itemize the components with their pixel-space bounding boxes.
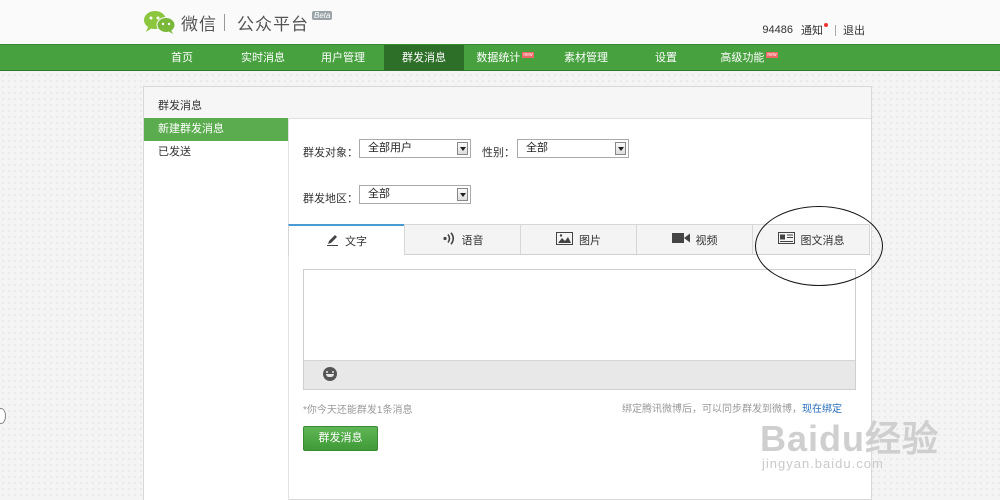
emoji-icon[interactable] — [323, 367, 337, 381]
nav-label: 高级功能 — [720, 52, 765, 64]
message-editor[interactable] — [303, 269, 856, 390]
notify-dot-icon — [824, 23, 828, 27]
editor-toolbar — [304, 360, 855, 389]
nav-item-assets[interactable]: 素材管理 — [553, 45, 619, 71]
wechat-logo-icon — [142, 9, 176, 35]
top-bar: 微信 公众平台 Beta 94486 通知 退出 — [0, 0, 1000, 44]
image-icon — [556, 231, 573, 248]
user-menu-divider — [835, 24, 836, 36]
gender-select[interactable]: 全部 — [517, 139, 629, 158]
tab-video[interactable]: 视频 — [636, 224, 753, 254]
new-badge: new — [766, 52, 778, 58]
logout-link[interactable]: 退出 — [843, 22, 865, 38]
quota-hint: *你今天还能群发1条消息 — [303, 405, 413, 416]
nav-item-realtime[interactable]: 实时消息 — [229, 45, 297, 71]
notify-link[interactable]: 通知 — [801, 22, 823, 38]
nav-label: 数据统计 — [476, 52, 521, 64]
nav-item-advanced[interactable]: 高级功能 new — [709, 45, 789, 71]
annotation-circle — [755, 206, 883, 286]
nav-label: 实时消息 — [241, 52, 285, 64]
watermark-logo: Baidu经验 — [760, 418, 940, 459]
nav-item-settings[interactable]: 设置 — [641, 45, 691, 71]
dropdown-arrow-icon — [457, 142, 468, 155]
video-icon — [671, 232, 690, 247]
send-broadcast-button[interactable]: 群发消息 — [303, 426, 378, 451]
brand-name: 微信 — [181, 14, 217, 34]
target-select[interactable]: 全部用户 — [359, 139, 471, 158]
tab-label: 文字 — [345, 235, 367, 248]
nav-item-users[interactable]: 用户管理 — [310, 45, 376, 71]
baidu-watermark: Baidu经验 jingyan.baidu.com — [760, 410, 940, 471]
panel-title: 群发消息 — [158, 100, 202, 112]
brand-subtitle: 公众平台 — [237, 14, 309, 34]
target-label: 群发对象： — [303, 147, 358, 159]
tab-label: 语音 — [461, 234, 484, 247]
sidebar-item-new-broadcast[interactable]: 新建群发消息 — [144, 118, 288, 141]
sidebar: 新建群发消息 已发送 — [144, 118, 289, 500]
gender-label: 性别： — [482, 147, 515, 159]
panel-header: 群发消息 — [144, 87, 871, 119]
tab-image[interactable]: 图片 — [520, 224, 637, 254]
sidebar-item-sent[interactable]: 已发送 — [144, 141, 288, 164]
tab-label: 视频 — [695, 234, 718, 247]
sound-icon — [442, 231, 456, 248]
watermark-url: jingyan.baidu.com — [762, 456, 884, 471]
region-value: 全部 — [368, 188, 390, 200]
nav-item-broadcast[interactable]: 群发消息 — [384, 45, 464, 71]
nav-label: 首页 — [171, 52, 193, 64]
nav-item-home[interactable]: 首页 — [157, 45, 207, 71]
brand-divider — [224, 13, 225, 31]
user-id[interactable]: 94486 — [762, 24, 793, 36]
main-nav: 首页 实时消息 用户管理 群发消息 数据统计 new 素材管理 设置 高级功能 ne… — [0, 44, 1000, 71]
region-label: 群发地区： — [303, 193, 358, 205]
nav-label: 设置 — [655, 52, 677, 64]
pencil-icon — [326, 233, 339, 249]
tab-voice[interactable]: 语音 — [404, 224, 521, 254]
edge-widget-icon — [0, 408, 6, 424]
target-value: 全部用户 — [368, 142, 412, 154]
nav-label: 群发消息 — [402, 52, 446, 64]
user-menu: 94486 通知 退出 — [762, 22, 865, 38]
new-badge: new — [522, 52, 534, 58]
logo[interactable]: 微信 公众平台 Beta — [142, 8, 333, 36]
tab-text[interactable]: 文字 — [288, 224, 405, 255]
gender-value: 全部 — [526, 142, 548, 154]
dropdown-arrow-icon — [457, 188, 468, 201]
nav-item-stats[interactable]: 数据统计 new — [470, 45, 540, 71]
beta-badge: Beta — [312, 10, 333, 20]
nav-label: 素材管理 — [564, 52, 608, 64]
tab-label: 图片 — [579, 234, 601, 247]
dropdown-arrow-icon — [615, 142, 626, 155]
nav-label: 用户管理 — [321, 52, 365, 64]
region-select[interactable]: 全部 — [359, 185, 471, 204]
